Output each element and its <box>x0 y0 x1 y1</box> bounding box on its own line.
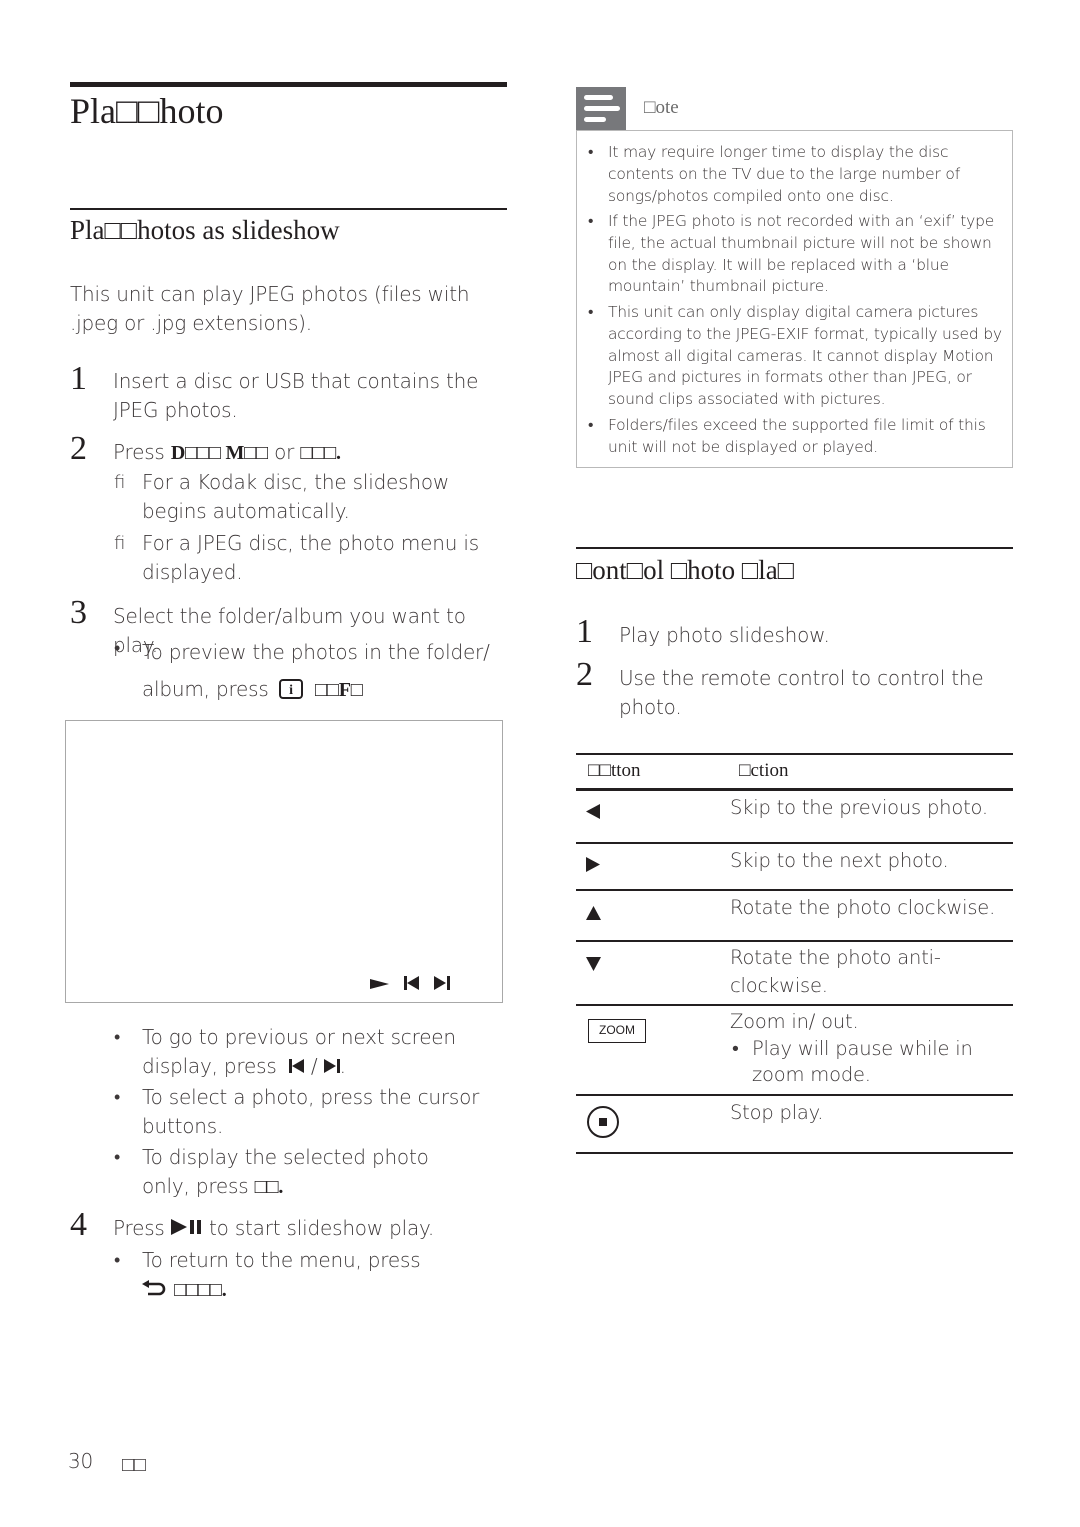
page-language-label: □□ <box>122 1452 146 1476</box>
result-text: For a JPEG disc, the photo menu is displ… <box>142 531 479 584</box>
note-label: □ote <box>644 97 679 118</box>
bullet-dot: • <box>114 1147 121 1168</box>
step-text-prefix: Press <box>113 1216 165 1240</box>
next-icon <box>434 975 450 994</box>
bullet-dot: • <box>114 1087 121 1108</box>
step-text: Use the remote control to control the ph… <box>619 666 984 719</box>
table-header-button: □□tton <box>588 760 641 781</box>
down-arrow-icon <box>586 956 601 975</box>
up-arrow-icon <box>586 905 601 924</box>
step-text: Press to start slideshow play. <box>113 1214 513 1243</box>
action-text: Stop play. <box>730 1101 824 1124</box>
left-arrow-icon <box>586 804 600 823</box>
play-pause-icon <box>170 1214 203 1243</box>
section-rule <box>70 208 507 210</box>
row-rule <box>576 842 1013 844</box>
action-text: Zoom in/ out. • Play will pause while in … <box>730 1008 1010 1088</box>
table-rule <box>576 753 1013 755</box>
bullet-dot: • <box>114 1027 121 1048</box>
right-arrow-icon <box>586 857 600 876</box>
bullet-text: To display the selected photo only, pres… <box>142 1145 429 1198</box>
connector-text: or <box>274 440 295 464</box>
section-heading-control: □ont□ol □hoto □la□ <box>576 555 795 585</box>
step-number: 4 <box>70 1206 87 1243</box>
step-text: Press D□□□ M□□ or □□□. <box>113 438 513 468</box>
note-item: • This unit can only display digital came… <box>588 303 1002 409</box>
separator: / <box>310 1054 318 1078</box>
ok-key-label: □□. <box>254 1176 284 1198</box>
intro-paragraph: This unit can play JPEG photos (files wi… <box>70 282 470 335</box>
key-label: □□□. <box>300 442 341 464</box>
note-box: • It may require longer time to display t… <box>576 130 1013 468</box>
info-icon: i <box>278 674 303 711</box>
disc-menu-key-label: D□□□ M□□ <box>170 442 268 464</box>
photo-preview-frame <box>65 720 503 1003</box>
bullet-item: • To preview the photos in the folder/ a… <box>114 634 492 711</box>
row-rule <box>576 1004 1013 1006</box>
table-bottom-rule <box>576 1152 1013 1154</box>
action-text: Skip to the previous photo. <box>730 796 988 819</box>
step-number: 2 <box>70 430 87 467</box>
page-title: Pla□□hoto <box>70 91 224 131</box>
step-number: 1 <box>70 360 87 397</box>
action-text: Rotate the photo clockwise. <box>730 896 996 919</box>
action-text: Skip to the next photo. <box>730 849 949 872</box>
section-heading-slideshow: Pla□□hotos as slideshow <box>70 215 340 245</box>
play-icon <box>370 975 390 994</box>
previous-icon <box>288 1052 305 1081</box>
bullet-dot: • <box>114 638 121 659</box>
row-rule <box>576 940 1013 942</box>
note-icon <box>576 87 626 131</box>
bullet-item: • To display the selected photo only, pr… <box>114 1143 482 1202</box>
bullet-item: • To go to previous or next screen displ… <box>114 1023 482 1081</box>
back-icon <box>142 1275 168 1304</box>
step-text-prefix: Press <box>113 440 165 464</box>
bullet-text: To return to the menu, press <box>142 1248 421 1272</box>
row-rule <box>576 1094 1013 1096</box>
result-text: For a Kodak disc, the slideshow begins a… <box>142 470 450 523</box>
action-text: Rotate the photo anti- clockwise. <box>730 946 941 997</box>
preview-control-icons <box>370 975 450 994</box>
step-text: Insert a disc or USB that contains the J… <box>113 369 479 422</box>
step-text-suffix: to start slideshow play. <box>208 1216 434 1240</box>
note-item: • Folders/files exceed the supported file… <box>588 416 986 456</box>
result-marker: ﬁ <box>114 533 126 554</box>
step-text: Play photo slideshow. <box>619 623 830 647</box>
next-icon <box>323 1052 340 1081</box>
svg-text:i: i <box>289 683 293 698</box>
step-number: 2 <box>576 656 593 693</box>
section-rule <box>576 547 1013 549</box>
back-key-label: □□□□. <box>174 1279 227 1301</box>
note-item: • If the JPEG photo is not recorded with … <box>588 212 995 296</box>
action-bullet: • Play will pause while in zoom mode. <box>732 1037 973 1086</box>
page-number: 30 <box>68 1449 94 1473</box>
result-item: ﬁ For a Kodak disc, the slideshow begins… <box>114 468 512 526</box>
title-rule <box>70 82 507 87</box>
table-header-action: □ction <box>739 760 789 781</box>
previous-icon <box>404 975 420 994</box>
stop-icon <box>586 1105 620 1143</box>
bullet-item: • To return to the menu, press □□□□. <box>114 1246 482 1305</box>
row-rule <box>576 889 1013 891</box>
bullet-text: To select a photo, press the cursor butt… <box>142 1085 480 1138</box>
result-marker: ﬁ <box>114 472 126 493</box>
bullet-item: • To select a photo, press the cursor bu… <box>114 1083 482 1141</box>
note-item: • It may require longer time to display t… <box>588 143 960 205</box>
info-key-label: □□F□ <box>314 679 363 701</box>
step-number: 3 <box>70 594 87 631</box>
bullet-dot: • <box>114 1250 121 1271</box>
result-item: ﬁ For a JPEG disc, the photo menu is dis… <box>114 529 512 587</box>
table-header-rule <box>576 788 1013 791</box>
step-number: 1 <box>576 613 593 650</box>
zoom-button: ZOOM <box>588 1019 646 1043</box>
